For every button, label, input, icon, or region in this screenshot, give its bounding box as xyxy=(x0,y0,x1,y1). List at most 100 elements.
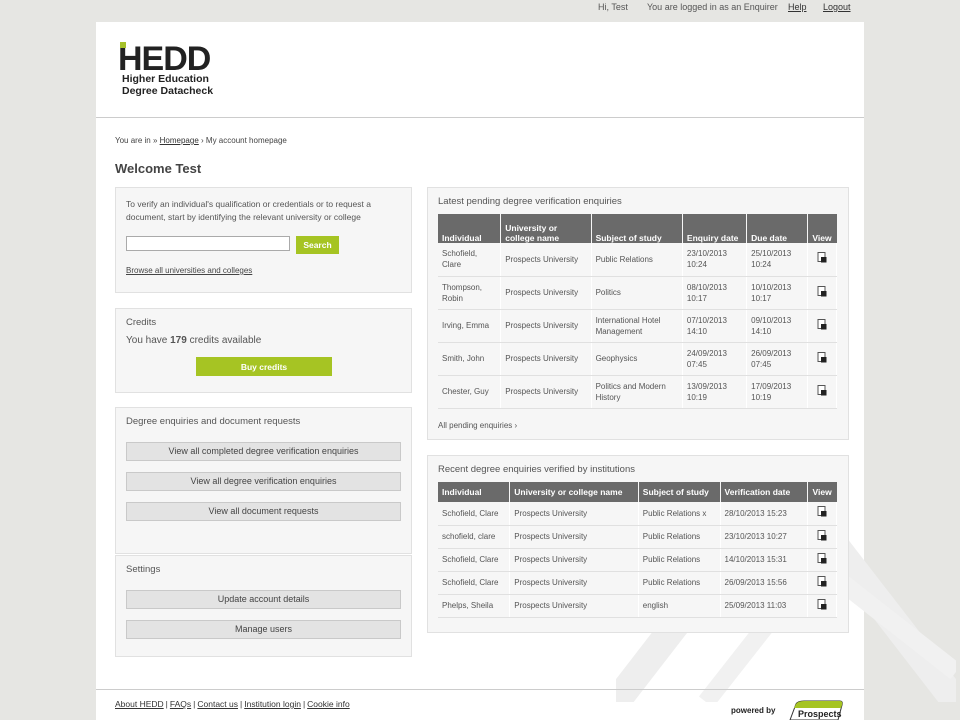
col-university: University or college name xyxy=(509,482,639,502)
cell-enquiry-date: 07/10/2013 14:10 xyxy=(682,309,748,343)
footer-institution-login-link[interactable]: Institution login xyxy=(244,699,301,709)
browse-universities-link[interactable]: Browse all universities and colleges xyxy=(126,266,252,275)
main-container: HEDD Higher Education Degree Datacheck Y… xyxy=(96,22,956,720)
verify-instructions: To verify an individual's qualification … xyxy=(126,198,371,224)
recent-header-row: Individual University or college name Su… xyxy=(438,482,837,502)
update-account-button[interactable]: Update account details xyxy=(126,590,401,609)
footer-cookie-link[interactable]: Cookie info xyxy=(307,699,350,709)
cell-university: Prospects University xyxy=(509,525,639,549)
table-row[interactable]: Schofield, Clare Prospects University Pu… xyxy=(438,548,837,572)
header-divider xyxy=(96,117,864,118)
manage-users-button[interactable]: Manage users xyxy=(126,620,401,639)
col-view: View xyxy=(807,482,837,502)
view-document-icon[interactable] xyxy=(817,529,827,541)
credits-prefix: You have xyxy=(126,335,168,346)
view-document-icon[interactable] xyxy=(817,575,827,587)
help-link[interactable]: Help xyxy=(788,2,807,12)
view-completed-enquiries-button[interactable]: View all completed degree verification e… xyxy=(126,442,401,461)
table-row[interactable]: Phelps, Sheila Prospects University engl… xyxy=(438,594,837,618)
pending-title: Latest pending degree verification enqui… xyxy=(438,196,622,207)
logo-dot xyxy=(120,42,126,48)
col-verification-date: Verification date xyxy=(720,482,809,502)
view-all-enquiries-button[interactable]: View all degree verification enquiries xyxy=(126,472,401,491)
footer-about-link[interactable]: About HEDD xyxy=(115,699,164,709)
table-row[interactable]: schofield, clare Prospects University Pu… xyxy=(438,525,837,549)
cell-individual: Smith, John xyxy=(438,342,502,376)
credits-count: 179 xyxy=(170,335,187,346)
table-row[interactable]: Schofield, Clare Prospects University Pu… xyxy=(438,243,837,277)
cell-view xyxy=(807,243,837,277)
cell-university: Prospects University xyxy=(509,502,639,526)
view-document-icon[interactable] xyxy=(817,318,827,330)
verify-text-line1: To verify an individual's qualification … xyxy=(126,199,371,209)
view-document-icon[interactable] xyxy=(817,351,827,363)
prospects-logo-text: Prospects xyxy=(798,709,842,719)
cell-subject: International Hotel Management xyxy=(591,309,683,343)
view-document-icon[interactable] xyxy=(817,506,827,517)
col-view: View xyxy=(807,214,837,243)
cell-enquiry-date: 24/09/2013 07:45 xyxy=(682,342,748,376)
table-row[interactable]: Chester, Guy Prospects University Politi… xyxy=(438,375,837,409)
cell-subject: Public Relations xyxy=(591,243,683,277)
footer-contact-link[interactable]: Contact us xyxy=(197,699,238,709)
cell-enquiry-date: 23/10/2013 10:24 xyxy=(682,243,748,277)
cell-due-date: 17/09/2013 10:19 xyxy=(746,375,809,409)
cell-verification-date: 25/09/2013 11:03 xyxy=(720,594,809,618)
footer-faqs-link[interactable]: FAQs xyxy=(170,699,191,709)
search-button[interactable]: Search xyxy=(296,236,339,254)
cell-verification-date: 26/09/2013 15:56 xyxy=(720,571,809,595)
cell-individual: Schofield, Clare xyxy=(438,502,511,526)
cell-university: Prospects University xyxy=(500,276,592,310)
search-input[interactable] xyxy=(126,236,290,251)
breadcrumb-home-link[interactable]: Homepage xyxy=(160,136,199,145)
prospects-logo[interactable]: Prospects xyxy=(786,700,844,720)
cell-subject: Public Relations xyxy=(638,525,721,549)
verify-panel: To verify an individual's qualification … xyxy=(115,187,412,293)
view-document-requests-button[interactable]: View all document requests xyxy=(126,502,401,521)
page-title: Welcome Test xyxy=(115,161,202,176)
view-document-icon[interactable] xyxy=(817,384,827,396)
all-pending-enquiries-link[interactable]: All pending enquiries › xyxy=(438,421,517,430)
cell-subject: Politics xyxy=(591,276,683,310)
credits-panel: Credits You have 179 credits available B… xyxy=(115,308,412,393)
cell-verification-date: 14/10/2013 15:31 xyxy=(720,548,809,572)
recent-title: Recent degree enquiries verified by inst… xyxy=(438,464,635,475)
view-document-icon[interactable] xyxy=(817,598,827,610)
table-row[interactable]: Smith, John Prospects University Geophys… xyxy=(438,342,837,376)
cell-view xyxy=(807,276,837,310)
cell-due-date: 25/10/2013 10:24 xyxy=(746,243,809,277)
table-row[interactable]: Schofield, Clare Prospects University Pu… xyxy=(438,571,837,595)
logo-line2: Degree Datacheck xyxy=(122,85,214,97)
cell-individual: schofield, clare xyxy=(438,525,511,549)
cell-enquiry-date: 13/09/2013 10:19 xyxy=(682,375,748,409)
table-row[interactable]: Irving, Emma Prospects University Intern… xyxy=(438,309,837,343)
enquiries-title: Degree enquiries and document requests xyxy=(126,416,301,427)
cell-view xyxy=(807,571,837,595)
view-document-icon[interactable] xyxy=(817,252,827,263)
enquiries-panel: Degree enquiries and document requests V… xyxy=(115,407,412,554)
logout-link[interactable]: Logout xyxy=(823,2,851,12)
buy-credits-button[interactable]: Buy credits xyxy=(196,357,332,376)
pending-header-row: Individual University or college name Su… xyxy=(438,214,837,243)
col-subject: Subject of study xyxy=(638,482,721,502)
view-document-icon[interactable] xyxy=(817,285,827,297)
view-document-icon[interactable] xyxy=(817,552,827,564)
breadcrumb-prefix: You are in » xyxy=(115,136,158,145)
cell-enquiry-date: 08/10/2013 10:17 xyxy=(682,276,748,310)
col-due-date: Due date xyxy=(746,214,809,243)
cell-view xyxy=(807,342,837,376)
cell-individual: Schofield, Clare xyxy=(438,548,511,572)
cell-due-date: 26/09/2013 07:45 xyxy=(746,342,809,376)
verify-text-line2: document, start by identifying the relev… xyxy=(126,212,361,222)
cell-individual: Phelps, Sheila xyxy=(438,594,511,618)
cell-view xyxy=(807,502,837,526)
cell-subject: Public Relations xyxy=(638,571,721,595)
powered-by-text: powered by xyxy=(731,706,776,715)
hedd-logo[interactable]: HEDD Higher Education Degree Datacheck xyxy=(118,42,218,102)
table-row[interactable]: Thompson, Robin Prospects University Pol… xyxy=(438,276,837,310)
footer-links: About HEDD | FAQs | Contact us | Institution l… xyxy=(115,699,350,709)
breadcrumb-current: My account homepage xyxy=(205,136,287,145)
credits-title: Credits xyxy=(126,317,157,328)
table-row[interactable]: Schofield, Clare Prospects University Pu… xyxy=(438,502,837,526)
cell-subject: Geophysics xyxy=(591,342,683,376)
